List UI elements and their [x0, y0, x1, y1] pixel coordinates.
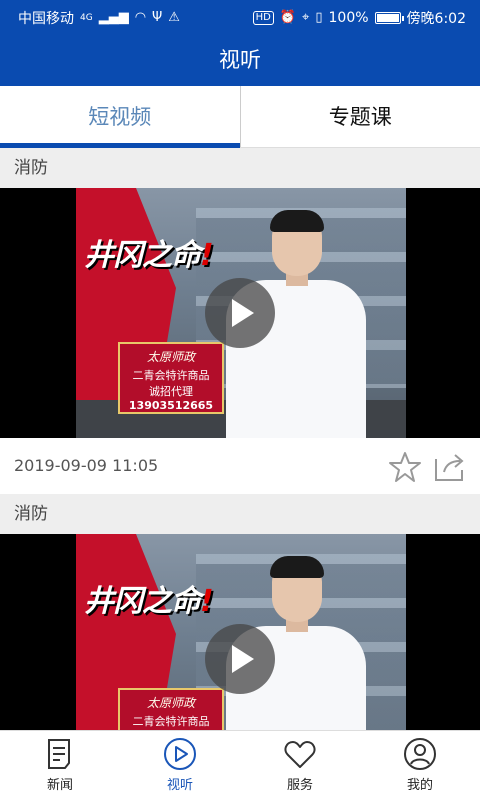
share-icon[interactable] [432, 450, 466, 484]
status-right: HD ⏰ ⌖ ▯ 100% 傍晚6:02 [252, 8, 466, 28]
network-label: 4G [80, 13, 93, 23]
page-title: 视听 [0, 34, 480, 86]
status-left: 中国移动 4G ▂▄▆ ◠ Ψ ⚠ [18, 8, 180, 28]
publish-date: 2019-09-09 11:05 [14, 456, 159, 475]
video-feed[interactable]: 消防 井冈之命! 太原师政 二青会特许商品 诚招代理 13903512665 2… [0, 148, 480, 730]
play-button[interactable] [205, 624, 275, 694]
ad-line: 二青会特许商品 [132, 715, 210, 728]
ad-board: 太原师政 二青会特许商品 诚招代理 13903512665 [118, 342, 224, 414]
video-player[interactable]: 井冈之命! 太原师政 二青会特许商品 诚招代理 13903512665 [0, 188, 480, 438]
vibrate-icon: ▯ [315, 10, 323, 25]
ad-line: 二青会特许商品 [132, 369, 210, 382]
nav-label: 视听 [166, 778, 193, 793]
bottom-nav: 新闻 视听 服务 我的 [0, 730, 480, 800]
nav-label: 我的 [406, 778, 433, 793]
nav-label: 服务 [286, 778, 313, 793]
battery-icon [374, 12, 404, 24]
profile-icon [404, 738, 436, 770]
status-bar: 中国移动 4G ▂▄▆ ◠ Ψ ⚠ HD ⏰ ⌖ ▯ 100% 傍晚6:02 [0, 0, 480, 34]
nav-item-mine[interactable]: 我的 [360, 731, 480, 800]
ad-line: 太原师政 [146, 350, 195, 364]
play-button[interactable] [205, 278, 275, 348]
battery-percent: 100% [328, 10, 369, 26]
tab-short-video[interactable]: 短视频 [0, 86, 240, 148]
heart-icon [284, 741, 316, 768]
battery-fill [376, 14, 399, 22]
nav-item-news[interactable]: 新闻 [0, 731, 120, 800]
video-meta: 2019-09-09 11:05 [0, 438, 480, 494]
warning-icon: ⚠ [168, 10, 180, 25]
carrier-label: 中国移动 [18, 11, 74, 27]
nav-label: 新闻 [46, 778, 73, 793]
show-title-text: 井冈之命 [84, 238, 201, 273]
favorite-star-icon[interactable] [388, 450, 422, 484]
show-title-graphic: 井冈之命! [84, 238, 214, 273]
ad-line: 13903512665 [128, 399, 214, 412]
signal-icon: ▂▄▆ [98, 10, 129, 25]
ad-line: 诚招代理 [149, 385, 193, 398]
ad-board: 太原师政 二青会特许商品 [118, 688, 224, 730]
nav-item-service[interactable]: 服务 [240, 731, 360, 800]
alarm-icon: ⏰ [279, 10, 297, 25]
show-title-text: 井冈之命 [84, 584, 201, 619]
hd-icon: HD [252, 11, 274, 25]
news-icon [48, 739, 70, 769]
clock: 傍晚6:02 [406, 11, 466, 27]
location-icon: ⌖ [302, 10, 310, 25]
category-label: 消防 [0, 494, 480, 534]
tab-short-video-label: 短视频 [88, 105, 152, 129]
ad-line: 太原师政 [146, 696, 195, 710]
category-label: 消防 [0, 148, 480, 188]
show-title-graphic: 井冈之命! [84, 584, 214, 619]
nav-item-media[interactable]: 视听 [120, 731, 240, 800]
tab-bar: 短视频 专题课 [0, 86, 480, 148]
tab-topic-course[interactable]: 专题课 [241, 86, 480, 147]
play-circle-icon [164, 738, 196, 770]
tab-topic-course-label: 专题课 [328, 105, 392, 129]
usb-icon: Ψ [152, 10, 163, 25]
wifi-icon: ◠ [134, 10, 147, 25]
video-player[interactable]: 井冈之命! 太原师政 二青会特许商品 [0, 534, 480, 730]
